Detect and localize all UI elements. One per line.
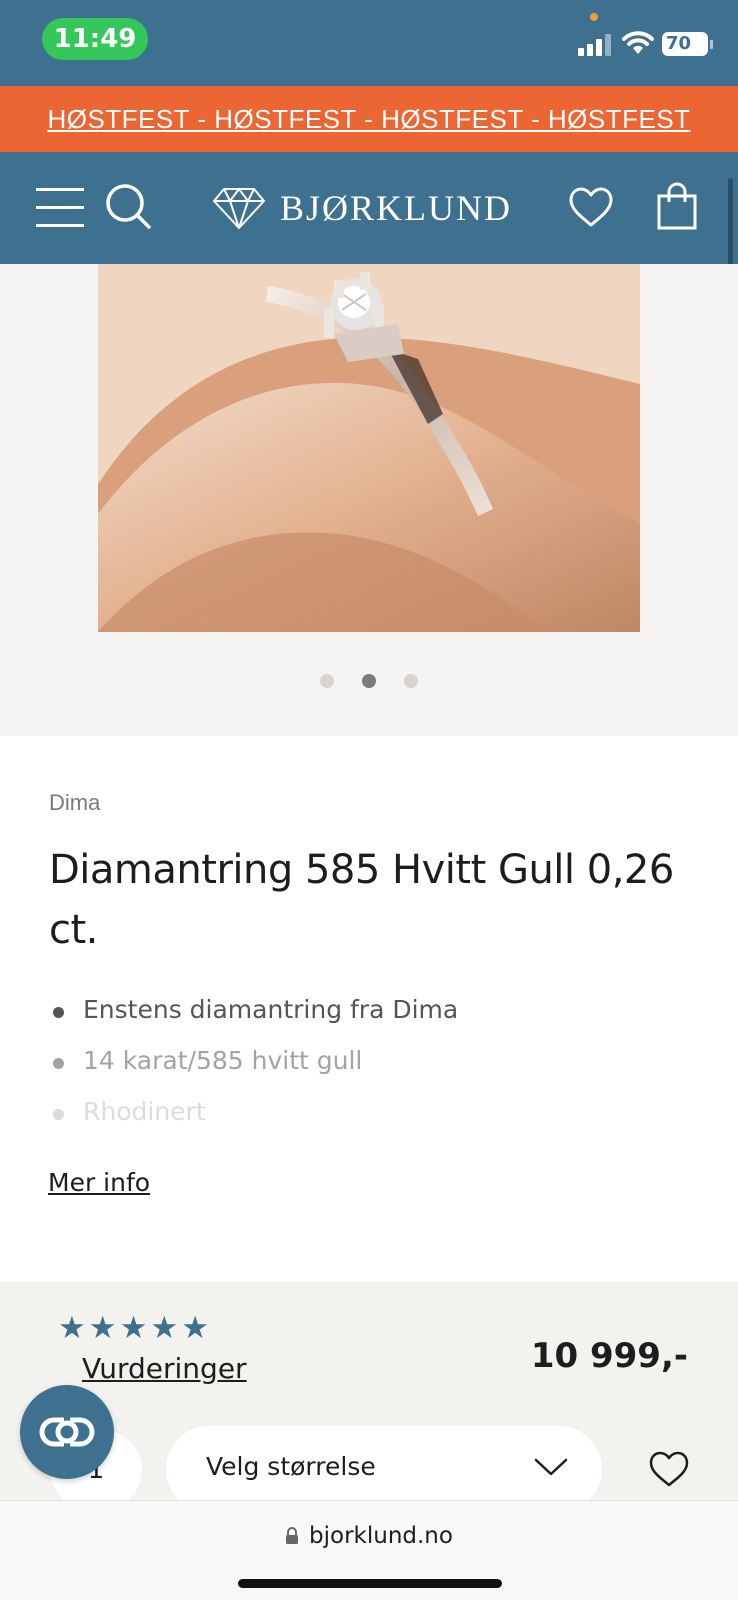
lock-icon xyxy=(286,1527,299,1544)
product-image[interactable] xyxy=(98,264,640,632)
diamond-logo-icon xyxy=(213,188,265,229)
star-icon: ★ xyxy=(58,1310,86,1346)
status-bar: 11:49 70 xyxy=(0,0,738,86)
product-price: 10 999,- xyxy=(530,1336,688,1376)
chat-button[interactable] xyxy=(20,1385,114,1479)
feature-item: Rhodinert xyxy=(49,1097,689,1148)
logo-text: BJØRKLUND xyxy=(280,188,513,228)
add-to-wishlist-heart-icon[interactable] xyxy=(648,1450,690,1488)
product-brand[interactable]: Dima xyxy=(49,790,100,816)
product-feature-list: Enstens diamantring fra Dima 14 karat/58… xyxy=(49,995,689,1148)
search-icon[interactable] xyxy=(104,182,152,230)
wifi-icon xyxy=(622,31,654,54)
gallery-dot[interactable] xyxy=(320,674,334,688)
reviews-link[interactable]: Vurderinger xyxy=(82,1352,247,1385)
shopping-bag-icon[interactable] xyxy=(656,182,698,230)
star-icon: ★ xyxy=(181,1310,209,1346)
menu-icon[interactable] xyxy=(36,184,84,230)
chevron-down-icon xyxy=(534,1458,568,1476)
url-display[interactable]: bjorklund.no xyxy=(0,1523,738,1549)
rating-stars[interactable]: ★ ★ ★ ★ ★ xyxy=(58,1312,209,1344)
ring-on-fabric-image xyxy=(98,264,640,632)
gallery-pagination xyxy=(320,674,418,688)
home-indicator[interactable] xyxy=(238,1579,502,1588)
feature-item: Enstens diamantring fra Dima xyxy=(49,995,689,1046)
site-header: BJØRKLUND xyxy=(0,152,738,264)
chat-link-icon xyxy=(39,1415,95,1449)
star-icon: ★ xyxy=(150,1310,179,1346)
promo-banner-link[interactable]: HØSTFEST - HØSTFEST - HØSTFEST - HØSTFES… xyxy=(0,86,738,152)
feature-item: 14 karat/585 hvitt gull xyxy=(49,1046,689,1097)
url-text: bjorklund.no xyxy=(309,1523,453,1549)
site-logo[interactable]: BJØRKLUND xyxy=(212,182,512,234)
privacy-indicator-dot xyxy=(590,13,598,21)
cellular-signal-icon xyxy=(578,34,612,56)
more-info-link[interactable]: Mer info xyxy=(48,1168,150,1197)
battery-icon: 70 xyxy=(662,32,713,56)
clock: 11:49 xyxy=(42,18,148,60)
product-title: Diamantring 585 Hvitt Gull 0,26 ct. xyxy=(49,847,674,953)
gallery-dot[interactable] xyxy=(362,674,376,688)
size-select-label: Velg størrelse xyxy=(206,1452,376,1481)
star-icon: ★ xyxy=(119,1310,148,1346)
gallery-dot[interactable] xyxy=(404,674,418,688)
star-icon: ★ xyxy=(88,1310,117,1346)
browser-address-bar[interactable]: bjorklund.no xyxy=(0,1500,738,1600)
wishlist-heart-icon[interactable] xyxy=(568,186,614,228)
product-gallery[interactable] xyxy=(0,264,738,736)
